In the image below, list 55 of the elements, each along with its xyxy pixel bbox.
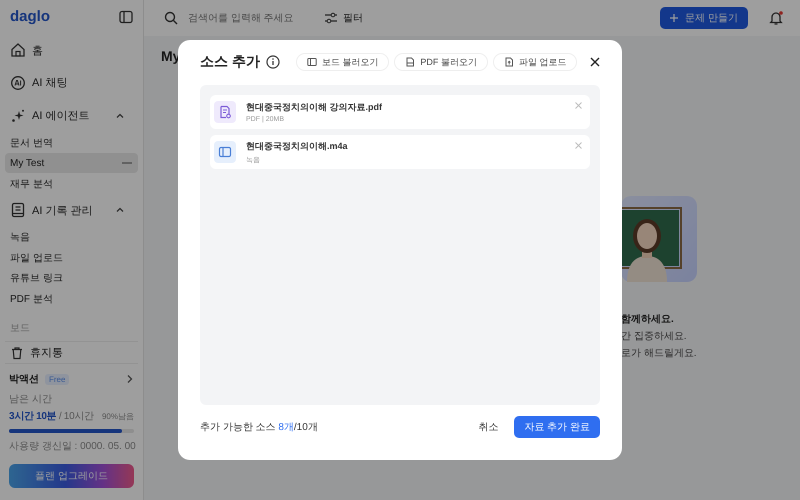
nav-subitem[interactable]: 파일 업로드 — [5, 248, 138, 268]
nav-subitem[interactable]: 녹음 — [5, 226, 138, 248]
source-button[interactable]: PDF 불러오기 — [394, 53, 488, 71]
document-icon — [214, 101, 236, 123]
source-button[interactable]: 보드 불러오기 — [296, 53, 390, 71]
cancel-button[interactable]: 취소 — [472, 419, 504, 435]
panel-icon — [214, 141, 236, 163]
remaining-label: 남은 시간 — [9, 393, 53, 406]
more-icon[interactable] — [121, 161, 133, 166]
sidebar-toggle-icon[interactable] — [119, 10, 133, 24]
upgrade-button[interactable]: 플랜 업그레이드 — [9, 464, 134, 488]
nav-subitem[interactable]: 유튜브 링크 — [5, 268, 138, 289]
chevron-right-icon[interactable] — [126, 374, 134, 384]
search-icon — [164, 11, 178, 25]
nav-subitem[interactable]: 재무 분석 — [5, 173, 138, 194]
user-name: 박액션 — [9, 373, 39, 386]
bell-icon[interactable] — [768, 10, 784, 26]
nav-subitem[interactable]: 문서 번역 — [5, 132, 138, 153]
book-icon — [10, 202, 26, 218]
usage-text: 3시간 10분 / 10시간 — [9, 410, 94, 423]
nav-item[interactable]: 휴지통 — [5, 342, 138, 363]
welcome-text: 로가 해드릴게요. — [621, 347, 698, 360]
file-name: 현대중국정치의이해 강의자료.pdf — [246, 101, 383, 114]
nav-subitem[interactable]: PDF 분석 — [5, 288, 138, 310]
home-icon — [10, 42, 26, 58]
section-label: 보드 — [5, 309, 138, 342]
document-icon — [405, 57, 416, 67]
source-button[interactable]: 파일 업로드 — [492, 53, 578, 71]
filter-button[interactable]: 필터 — [324, 11, 363, 25]
welcome-text: 간 집중하세요. — [621, 330, 688, 343]
nav-item[interactable]: AI 에이전트 — [5, 99, 138, 132]
sparkle-icon — [10, 108, 26, 124]
nav-item[interactable]: 홈 — [5, 34, 138, 67]
nav-item[interactable]: AI 채팅 — [5, 66, 138, 100]
plus-icon — [670, 14, 678, 22]
trash-icon — [10, 346, 24, 360]
welcome-text: 함께하세요. — [621, 313, 675, 326]
renewal-date: 사용량 갱신일 : 0000. 05. 00 — [9, 440, 134, 453]
info-icon[interactable] — [266, 55, 280, 69]
file-name: 현대중국정치의이해.m4a — [246, 140, 349, 152]
confirm-button[interactable]: 자료 추가 완료 — [514, 416, 600, 438]
close-icon[interactable] — [590, 57, 600, 67]
search-field[interactable]: 검색어를 입력해 주세요 — [186, 12, 310, 24]
plan-badge: Free — [45, 374, 70, 384]
nav-subitem[interactable]: My Test — [5, 152, 138, 174]
logo[interactable]: daglo — [10, 8, 50, 26]
percent-remaining: 90%남음 — [102, 410, 134, 422]
file-upload-icon — [504, 57, 514, 67]
nav-item[interactable]: AI 기록 관리 — [5, 194, 138, 227]
modal-title: 소스 추가 — [200, 53, 260, 71]
source-count: 추가 가능한 소스 8개/10개 — [200, 421, 318, 434]
sliders-icon — [324, 12, 338, 24]
panel-icon — [306, 57, 317, 67]
create-button[interactable]: 문제 만들기 — [660, 7, 748, 29]
chat-bubble-icon — [10, 74, 26, 91]
